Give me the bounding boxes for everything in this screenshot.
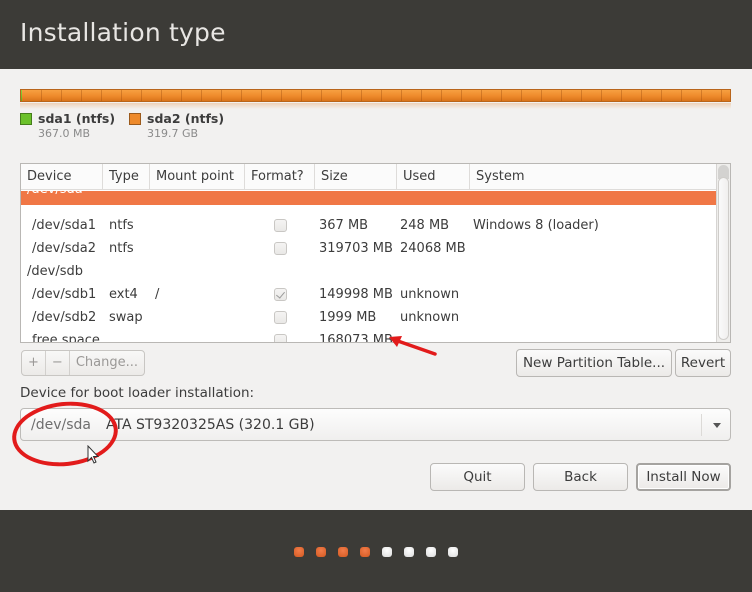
table-row[interactable]: /dev/sdb: [21, 260, 718, 283]
boot-loader-device-description: ATA ST9320325AS (320.1 GB): [106, 417, 315, 433]
progress-dot: [338, 547, 348, 557]
cell-type: ext4: [109, 287, 138, 302]
install-now-button[interactable]: Install Now: [636, 463, 731, 491]
partition-table[interactable]: Device Type Mount point Format? Size Use…: [20, 163, 731, 343]
chevron-down-icon[interactable]: [713, 423, 721, 428]
mouse-cursor-icon: [87, 445, 99, 464]
cell-mount: /: [155, 287, 160, 302]
table-row[interactable]: /dev/sda1 ntfs 367 MB 248 MB Windows 8 (load…: [21, 214, 718, 237]
cell-used: unknown: [400, 287, 460, 302]
format-checkbox[interactable]: [274, 219, 287, 232]
cell-system: Windows 8 (loader): [473, 218, 599, 233]
column-header-used[interactable]: Used: [397, 164, 470, 190]
table-row[interactable]: /dev/sda2 ntfs 319703 MB 24068 MB: [21, 237, 718, 260]
column-header-system[interactable]: System: [470, 164, 718, 190]
table-row[interactable]: /dev/sdb1 ext4 / 149998 MB unknown: [21, 283, 718, 306]
combo-separator: [701, 414, 702, 436]
installer-progress-dots: [294, 547, 458, 557]
column-header-size[interactable]: Size: [315, 164, 397, 190]
table-row[interactable]: /dev/sda: [21, 191, 718, 205]
page-title: Installation type: [20, 18, 226, 47]
legend-swatch-green: [20, 113, 32, 125]
partition-bar-segment-sda2: [22, 90, 730, 101]
cell-device: /dev/sda1: [32, 218, 96, 233]
legend-size: 319.7 GB: [147, 127, 199, 140]
boot-loader-device-select[interactable]: /dev/sda ATA ST9320325AS (320.1 GB): [20, 408, 731, 441]
column-header-type[interactable]: Type: [103, 164, 150, 190]
cell-device: /dev/sda: [27, 191, 83, 196]
table-scrollbar[interactable]: [716, 164, 730, 342]
back-button[interactable]: Back: [533, 463, 628, 491]
remove-partition-button[interactable]: −: [46, 351, 70, 375]
boot-loader-label: Device for boot loader installation:: [20, 385, 255, 401]
column-header-device[interactable]: Device: [21, 164, 103, 190]
legend-name: sda1 (ntfs): [38, 111, 116, 126]
cell-device: /dev/sda2: [32, 241, 96, 256]
scrollbar-thumb[interactable]: [718, 177, 729, 340]
cell-size: 168073 MB: [319, 333, 393, 343]
cell-size: 319703 MB: [319, 241, 393, 256]
format-checkbox[interactable]: [274, 288, 287, 301]
progress-dot: [360, 547, 370, 557]
progress-dot: [448, 547, 458, 557]
new-partition-table-button[interactable]: New Partition Table...: [516, 349, 672, 377]
progress-dot: [294, 547, 304, 557]
format-checkbox[interactable]: [274, 242, 287, 255]
cell-device: free space: [32, 333, 100, 343]
cell-type: swap: [109, 310, 143, 325]
cell-type: ntfs: [109, 241, 134, 256]
cell-device: /dev/sdb2: [32, 310, 97, 325]
add-partition-button[interactable]: +: [22, 351, 46, 375]
partition-bar-reflection: [20, 103, 731, 109]
cell-device: /dev/sdb: [27, 264, 83, 279]
column-header-format[interactable]: Format?: [245, 164, 315, 190]
legend-name: sda2 (ntfs): [147, 111, 225, 126]
progress-dot: [316, 547, 326, 557]
cell-device: /dev/sdb1: [32, 287, 97, 302]
cell-size: 149998 MB: [319, 287, 393, 302]
progress-dot: [404, 547, 414, 557]
table-row[interactable]: free space 168073 MB: [21, 329, 718, 343]
cell-size: 1999 MB: [319, 310, 377, 325]
boot-loader-device-path: /dev/sda: [31, 417, 91, 433]
progress-dot: [426, 547, 436, 557]
table-header: Device Type Mount point Format? Size Use…: [21, 164, 718, 190]
partition-usage-bar: [20, 89, 731, 102]
cell-used: 248 MB: [400, 218, 450, 233]
legend-swatch-orange: [129, 113, 141, 125]
revert-button[interactable]: Revert: [675, 349, 731, 377]
header-bar: Installation type: [0, 0, 752, 69]
progress-dot: [382, 547, 392, 557]
quit-button[interactable]: Quit: [430, 463, 525, 491]
format-checkbox[interactable]: [274, 311, 287, 324]
cell-used: 24068 MB: [400, 241, 466, 256]
cell-type: ntfs: [109, 218, 134, 233]
cell-size: 367 MB: [319, 218, 369, 233]
cell-used: unknown: [400, 310, 460, 325]
format-checkbox[interactable]: [274, 334, 287, 342]
partition-edit-buttons: + − Change...: [21, 350, 145, 376]
table-row[interactable]: /dev/sdb2 swap 1999 MB unknown: [21, 306, 718, 329]
column-header-mount-point[interactable]: Mount point: [150, 164, 245, 190]
legend-size: 367.0 MB: [38, 127, 91, 140]
change-partition-button[interactable]: Change...: [70, 351, 144, 375]
